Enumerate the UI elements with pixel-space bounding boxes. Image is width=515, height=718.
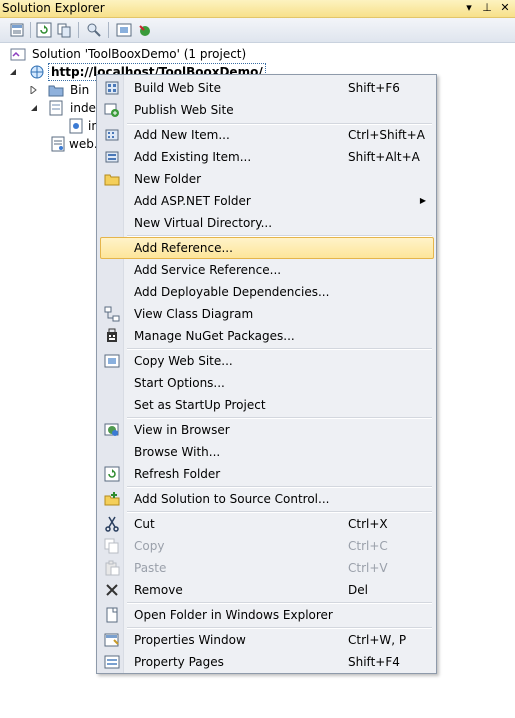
publish-icon [104, 103, 119, 117]
menu-item-cut[interactable]: Cut Ctrl+X [99, 513, 434, 535]
scissors-icon [105, 516, 119, 532]
properties-icon [104, 633, 119, 647]
asp-config-icon[interactable] [136, 22, 152, 38]
menu-item-view-class-diagram[interactable]: View Class Diagram [99, 303, 434, 325]
menu-item-add-solution-to-source-control[interactable]: Add Solution to Source Control... [99, 488, 434, 510]
menu-item-add-reference[interactable]: Add Reference... [99, 237, 434, 259]
toolbar-separator [78, 22, 79, 38]
nest-files-icon[interactable] [56, 22, 72, 38]
class-diagram-icon [104, 306, 120, 322]
panel-title-bar: Solution Explorer ▾ ⊥ ✕ [0, 0, 515, 18]
source-control-icon [104, 492, 120, 506]
browser-icon [104, 423, 119, 436]
menu-item-build-web-site[interactable]: Build Web Site Shift+F6 [99, 77, 434, 99]
build-icon [105, 81, 119, 95]
explorer-toolbar [0, 18, 515, 43]
code-file-icon [69, 118, 83, 134]
menu-item-open-folder-in-explorer[interactable]: Open Folder in Windows Explorer [99, 604, 434, 626]
config-file-icon [51, 136, 65, 152]
solution-label: Solution 'ToolBooxDemo' (1 project) [32, 47, 247, 61]
menu-item-add-service-reference[interactable]: Add Service Reference... [99, 259, 434, 281]
menu-item-property-pages[interactable]: Property Pages Shift+F4 [99, 651, 434, 673]
collapse-arrow-icon[interactable] [30, 104, 38, 112]
existing-item-icon [105, 151, 119, 163]
pin-icon[interactable]: ⊥ [481, 1, 493, 14]
dropdown-arrow-icon[interactable]: ▾ [463, 1, 475, 14]
copy-website-icon [104, 354, 120, 368]
class-view-toolbar-icon[interactable] [86, 22, 102, 38]
menu-item-copy[interactable]: Copy Ctrl+C [99, 535, 434, 557]
toolbar-separator [30, 22, 31, 38]
menu-item-start-options[interactable]: Start Options... [99, 372, 434, 394]
refresh-toolbar-icon[interactable] [36, 22, 52, 38]
bin-label: Bin [70, 83, 90, 97]
folder-icon [104, 174, 120, 186]
solution-icon [10, 48, 26, 61]
submenu-arrow-icon: ▶ [419, 196, 426, 205]
panel-title: Solution Explorer [2, 1, 105, 15]
menu-item-set-startup-project[interactable]: Set as StartUp Project [99, 394, 434, 416]
website-project-icon [30, 65, 44, 79]
web-config-label: web. [69, 137, 98, 151]
menu-item-manage-nuget-packages[interactable]: Manage NuGet Packages... [99, 325, 434, 347]
menu-item-add-new-item[interactable]: Add New Item... Ctrl+Shift+A [99, 124, 434, 146]
nuget-icon [107, 328, 117, 342]
toolbar-separator [108, 22, 109, 38]
copy-website-toolbar-icon[interactable] [116, 22, 132, 38]
menu-item-add-aspnet-folder[interactable]: Add ASP.NET Folder ▶ [99, 190, 434, 212]
menu-item-new-virtual-directory[interactable]: New Virtual Directory... [99, 212, 434, 234]
menu-item-publish-web-site[interactable]: Publish Web Site [99, 99, 434, 121]
menu-item-add-existing-item[interactable]: Add Existing Item... Shift+Alt+A [99, 146, 434, 168]
collapse-arrow-icon[interactable] [9, 68, 17, 76]
menu-item-add-deployable-dependencies[interactable]: Add Deployable Dependencies... [99, 281, 434, 303]
open-folder-icon [106, 607, 118, 623]
context-menu: Build Web Site Shift+F6 Publish Web Site… [96, 74, 437, 674]
new-item-icon [105, 129, 119, 141]
properties-toolbar-icon[interactable] [9, 22, 25, 38]
menu-item-new-folder[interactable]: New Folder [99, 168, 434, 190]
menu-item-remove[interactable]: Remove Del [99, 579, 434, 601]
remove-icon [106, 584, 118, 596]
copy-icon [104, 538, 119, 554]
property-pages-icon [104, 655, 120, 669]
menu-item-browse-with[interactable]: Browse With... [99, 441, 434, 463]
expand-arrow-icon[interactable] [30, 86, 38, 94]
bin-folder-icon [48, 85, 64, 97]
menu-item-refresh-folder[interactable]: Refresh Folder [99, 463, 434, 485]
close-icon[interactable]: ✕ [499, 1, 511, 14]
menu-item-view-in-browser[interactable]: View in Browser [99, 419, 434, 441]
refresh-icon [104, 466, 120, 482]
menu-item-paste[interactable]: Paste Ctrl+V [99, 557, 434, 579]
web-form-icon [49, 100, 63, 116]
menu-item-copy-web-site[interactable]: Copy Web Site... [99, 350, 434, 372]
paste-icon [105, 560, 120, 576]
menu-item-properties-window[interactable]: Properties Window Ctrl+W, P [99, 629, 434, 651]
